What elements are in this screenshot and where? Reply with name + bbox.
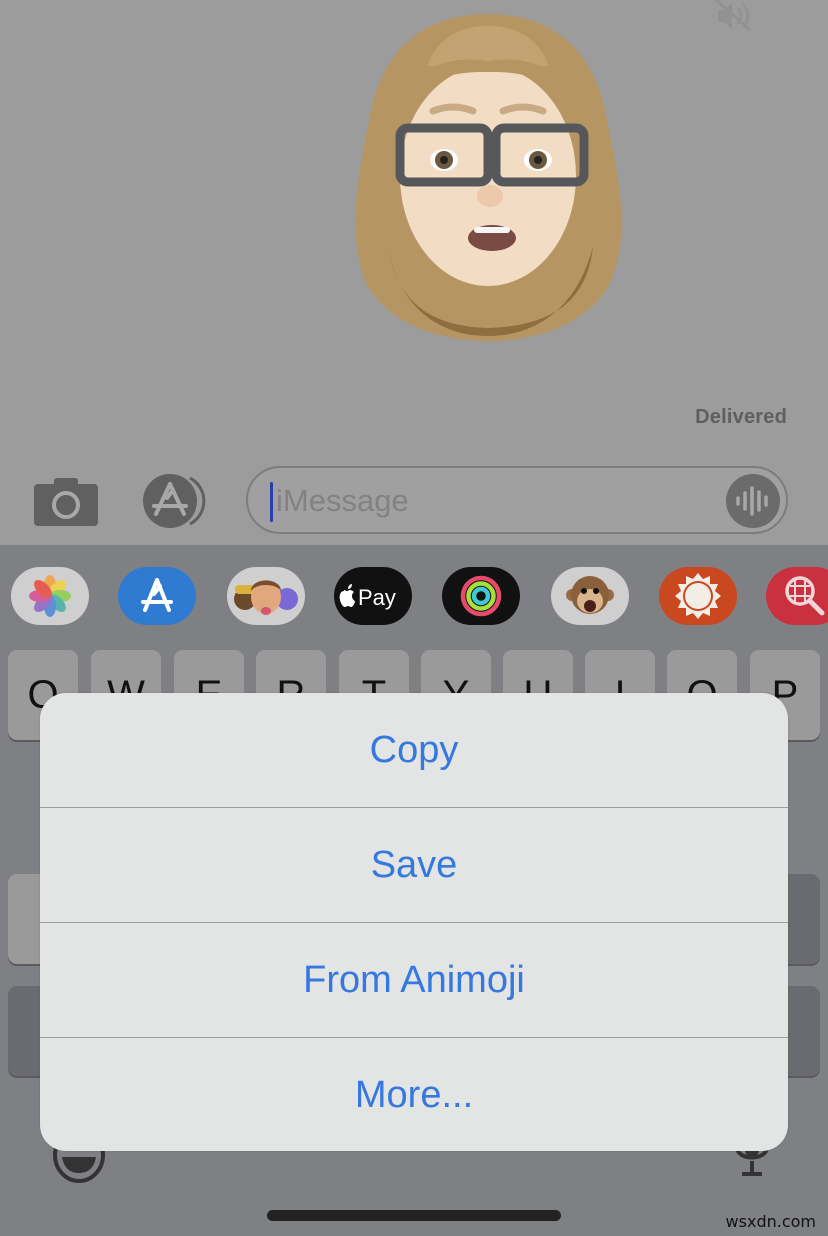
audio-message-button[interactable] [726,474,780,528]
app-drawer: Pay [0,563,828,627]
speaker-muted-icon [715,0,751,32]
apple-pay-label: Pay [358,585,396,610]
from-animoji-button[interactable]: From Animoji [40,923,788,1038]
copy-button[interactable]: Copy [40,693,788,808]
message-input[interactable]: iMessage [246,466,788,534]
audio-waveform-icon [736,486,768,516]
sun-icon [675,573,721,619]
camera-icon[interactable] [34,476,98,526]
app-apple-pay[interactable]: Pay [334,567,412,625]
watermark: wsxdn.com [725,1212,816,1231]
photos-icon [29,575,71,617]
apple-pay-icon: Pay [339,584,396,610]
monkey-icon [566,576,614,614]
app-memoji-stickers[interactable] [227,567,305,625]
conversation-area: Delivered iMessage [0,0,828,545]
memoji-icon [234,580,298,615]
globe-search-icon [785,576,825,616]
message-input-placeholder: iMessage [276,483,409,518]
app-photos[interactable] [11,567,89,625]
app-web-search[interactable] [766,567,828,625]
save-button[interactable]: Save [40,808,788,923]
app-activity[interactable] [442,567,520,625]
activity-rings-icon [460,575,502,617]
app-weather[interactable] [659,567,737,625]
delivery-status: Delivered [695,406,787,428]
app-store-icon [141,578,173,612]
home-indicator[interactable] [267,1210,561,1221]
app-app-store[interactable] [118,567,196,625]
action-sheet: Copy Save From Animoji More... [40,693,788,1151]
more-button[interactable]: More... [40,1038,788,1151]
text-cursor [270,482,273,522]
app-animoji[interactable] [551,567,629,625]
app-store-icon[interactable] [140,474,214,528]
memoji-sticker[interactable] [338,6,638,346]
